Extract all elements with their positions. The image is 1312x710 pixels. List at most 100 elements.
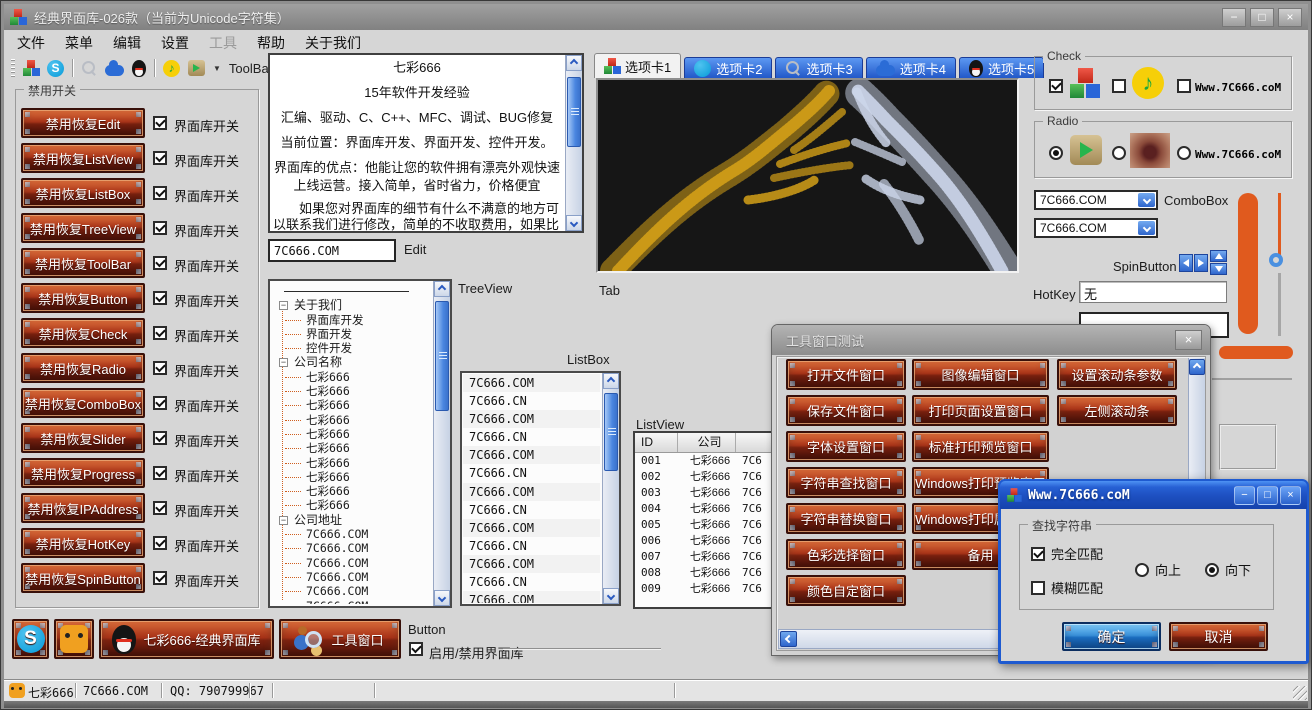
scroll-thumb[interactable]	[567, 77, 581, 147]
cancel-button[interactable]: 取消	[1169, 622, 1268, 651]
music-icon[interactable]: ♪	[163, 60, 180, 77]
tool-dialog-button[interactable]: 颜色自定窗口	[786, 575, 906, 606]
combobox-1[interactable]: 7C666.COM	[1034, 190, 1158, 210]
ui-switch-checkbox[interactable]	[153, 256, 167, 270]
tab[interactable]: 选项卡1	[594, 53, 681, 78]
tree-node[interactable]: 七彩666	[272, 398, 431, 412]
tree-node[interactable]	[272, 284, 431, 298]
listbox-item[interactable]: 7C666.COM	[463, 374, 600, 392]
tree-node[interactable]: 界面开发	[272, 327, 431, 341]
check-text-checkbox[interactable]	[1177, 79, 1191, 93]
cat-button[interactable]	[54, 619, 94, 659]
disable-restore-button[interactable]: 禁用恢复ToolBar	[21, 248, 145, 278]
disable-restore-button[interactable]: 禁用恢复Slider	[21, 423, 145, 453]
tree-node[interactable]: 七彩666	[272, 441, 431, 455]
tree-node[interactable]: 7C666.COM	[272, 556, 431, 570]
toolbar-gripper[interactable]	[11, 59, 15, 77]
minimize-button[interactable]: −	[1234, 486, 1255, 505]
tree-node[interactable]: 七彩666	[272, 470, 431, 484]
disable-restore-button[interactable]: 禁用恢复ListView	[21, 143, 145, 173]
ui-switch-checkbox[interactable]	[153, 536, 167, 550]
spin-up-icon[interactable]	[1210, 250, 1227, 262]
disable-restore-button[interactable]: 禁用恢复Edit	[21, 108, 145, 138]
info-edit[interactable]: 七彩66615年软件开发经验汇编、驱动、C、C++、MFC、调试、BUG修复当前…	[268, 53, 584, 233]
menu-item[interactable]: 编辑	[103, 31, 151, 55]
tree-node[interactable]: 7C666.COM	[272, 599, 431, 604]
scroll-up-icon[interactable]	[603, 373, 619, 389]
qq-icon[interactable]	[132, 60, 146, 77]
tree-node[interactable]: 界面库开发	[272, 313, 431, 327]
tool-dialog-button[interactable]: 打印页面设置窗口	[912, 395, 1049, 426]
tool-dialog-button[interactable]: 字符串查找窗口	[786, 467, 906, 498]
tab[interactable]: 选项卡2	[684, 57, 772, 78]
tree-node[interactable]: 七彩666	[272, 484, 431, 498]
maximize-button[interactable]: □	[1250, 8, 1274, 27]
combobox-2[interactable]: 7C666.COM	[1034, 218, 1158, 238]
tool-dialog-button[interactable]: 保存文件窗口	[786, 395, 906, 426]
scroll-thumb[interactable]	[435, 301, 449, 411]
listbox-item[interactable]: 7C666.CN	[463, 501, 600, 519]
direction-down-radio[interactable]	[1205, 563, 1219, 577]
listview-row[interactable]: 007 七彩666 7C6	[635, 549, 789, 565]
tree-collapse-icon[interactable]	[279, 301, 288, 310]
listview[interactable]: ID 公司 001 七彩666 7C6 002 七彩666 7C6 00	[633, 431, 791, 609]
scroll-down-icon[interactable]	[566, 215, 582, 231]
check-music-checkbox[interactable]	[1112, 79, 1126, 93]
tree-node[interactable]: 七彩666	[272, 456, 431, 470]
tab[interactable]: 选项卡5	[959, 57, 1044, 78]
spin-down-icon[interactable]	[1210, 263, 1227, 275]
listbox-item[interactable]: 7C666.CN	[463, 428, 600, 446]
listview-row[interactable]: 009 七彩666 7C6	[635, 581, 789, 597]
tool-dialog-button[interactable]: 打开文件窗口	[786, 359, 906, 390]
disable-restore-button[interactable]: 禁用恢复Button	[21, 283, 145, 313]
disable-restore-button[interactable]: 禁用恢复IPAddress	[21, 493, 145, 523]
treeview[interactable]: 关于我们 界面库开发 界面开发 控件开发	[268, 279, 452, 608]
scroll-left-icon[interactable]	[780, 631, 797, 647]
menu-item[interactable]: 文件	[7, 31, 55, 55]
hotkey-edit[interactable]: 无	[1079, 281, 1227, 303]
listbox-item[interactable]: 7C666.CN	[463, 392, 600, 410]
tool-window-button[interactable]: 工具窗口	[279, 619, 401, 659]
tree-node[interactable]: 七彩666	[272, 413, 431, 427]
scroll-down-icon[interactable]	[603, 588, 619, 604]
tree-node[interactable]: 关于我们	[272, 298, 431, 312]
find-dialog[interactable]: Www.7C666.coM − □ × 查找字符串 完全匹配 模糊匹配 向上 向…	[998, 479, 1309, 664]
mfc-cubes-icon[interactable]	[23, 60, 39, 76]
listbox-item[interactable]: 7C666.COM	[463, 555, 600, 573]
ui-switch-checkbox[interactable]	[153, 326, 167, 340]
tree-node[interactable]: 公司名称	[272, 355, 431, 369]
video-icon[interactable]	[188, 60, 205, 76]
check-mfc-checkbox[interactable]	[1049, 79, 1063, 93]
ui-switch-checkbox[interactable]	[153, 151, 167, 165]
info-scrollbar[interactable]	[565, 55, 582, 231]
tree-scrollbar[interactable]	[433, 281, 450, 606]
title-bar[interactable]: 经典界面库-026款（当前为Unicode字符集） − □ ×	[4, 4, 1308, 30]
listview-header[interactable]: ID 公司	[635, 433, 789, 453]
tree-node[interactable]: 七彩666	[272, 498, 431, 512]
close-button[interactable]: ×	[1280, 486, 1301, 505]
menu-item[interactable]: 关于我们	[295, 31, 371, 55]
listbox-item[interactable]: 7C666.COM	[463, 519, 600, 537]
menu-item[interactable]: 帮助	[247, 31, 295, 55]
ui-switch-checkbox[interactable]	[153, 291, 167, 305]
tree-node[interactable]: 七彩666	[272, 370, 431, 384]
maximize-button[interactable]: □	[1257, 486, 1278, 505]
scroll-up-icon[interactable]	[1189, 359, 1205, 375]
ok-button[interactable]: 确定	[1062, 622, 1161, 651]
toolbar-dropdown-icon[interactable]: ▼	[213, 64, 221, 73]
tab[interactable]: 选项卡4	[866, 57, 956, 78]
tree-node[interactable]: 7C666.COM	[272, 527, 431, 541]
tool-dialog-button[interactable]: 字符串替换窗口	[786, 503, 906, 534]
enable-library-checkbox[interactable]	[409, 642, 423, 656]
disable-restore-button[interactable]: 禁用恢复Radio	[21, 353, 145, 383]
find-dialog-titlebar[interactable]: Www.7C666.coM − □ ×	[1000, 481, 1307, 509]
minimize-button[interactable]: −	[1222, 8, 1246, 27]
menu-item[interactable]: 设置	[151, 31, 199, 55]
ui-switch-checkbox[interactable]	[153, 361, 167, 375]
combobox-dropdown-icon[interactable]	[1138, 193, 1155, 207]
tool-dialog-button[interactable]: 字体设置窗口	[786, 431, 906, 462]
column-header[interactable]: ID	[635, 433, 678, 452]
tool-dialog-button[interactable]: 左侧滚动条	[1057, 395, 1177, 426]
tree-node[interactable]: 控件开发	[272, 341, 431, 355]
vertical-slider-thumb[interactable]	[1269, 253, 1283, 267]
